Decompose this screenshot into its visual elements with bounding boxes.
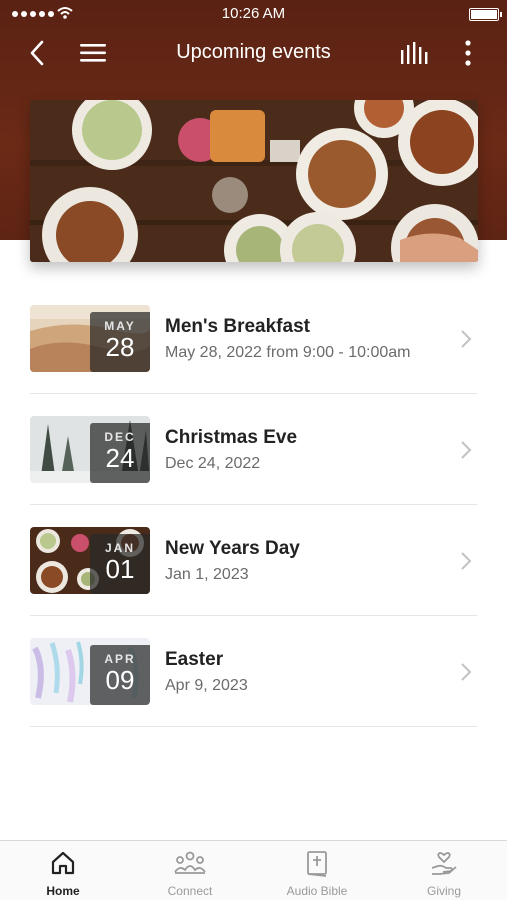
home-icon — [51, 851, 75, 875]
event-title: Men's Breakfast — [165, 316, 310, 337]
date-day: 01 — [105, 554, 135, 584]
event-thumbnail: MAY 28 — [30, 305, 150, 372]
event-title: New Years Day — [165, 538, 300, 559]
event-title: Christmas Eve — [165, 427, 298, 448]
event-date-text: Apr 9, 2023 — [165, 677, 248, 694]
tab-bar: Home Connect Audio Bible Giving — [0, 840, 507, 900]
tab-audio-bible[interactable]: Audio Bible — [254, 841, 380, 901]
audio-bars-icon[interactable] — [398, 40, 430, 66]
people-icon — [174, 851, 206, 874]
date-month: JAN — [104, 541, 135, 555]
battery-icon — [469, 8, 502, 21]
events-list: MAY 28 Men's Breakfast May 28, 2022 from… — [30, 283, 477, 727]
more-vertical-icon[interactable] — [458, 38, 478, 68]
date-day: 28 — [105, 332, 135, 362]
chevron-right-icon — [461, 663, 472, 681]
status-time: 10:26 AM — [221, 5, 286, 22]
hero-food-illustration — [30, 100, 478, 262]
tab-giving[interactable]: Giving — [381, 841, 507, 901]
date-day: 09 — [105, 665, 135, 695]
event-thumbnail: JAN 01 — [30, 527, 150, 594]
event-title: Easter — [165, 649, 224, 670]
giving-hand-icon — [431, 852, 457, 875]
date-month: MAY — [104, 319, 136, 333]
date-badge: APR 09 — [90, 645, 150, 705]
event-date-text: Dec 24, 2022 — [165, 455, 261, 472]
date-badge: MAY 28 — [90, 312, 150, 372]
date-badge: JAN 01 — [90, 534, 150, 594]
event-date-text: Jan 1, 2023 — [165, 566, 249, 583]
chevron-right-icon — [461, 330, 472, 348]
event-row[interactable]: APR 09 Easter Apr 9, 2023 — [30, 616, 477, 727]
event-thumbnail: APR 09 — [30, 638, 150, 705]
tab-label: Audio Bible — [286, 884, 348, 898]
tab-connect[interactable]: Connect — [127, 841, 253, 901]
tab-home[interactable]: Home — [0, 841, 126, 901]
chevron-right-icon — [461, 552, 472, 570]
tab-label: Home — [46, 884, 80, 898]
nav-bar: Upcoming events — [0, 30, 507, 76]
tab-label: Connect — [167, 884, 213, 898]
event-date-text: May 28, 2022 from 9:00 - 10:00am — [165, 344, 411, 361]
date-day: 24 — [105, 443, 135, 473]
event-row[interactable]: DEC 24 Christmas Eve Dec 24, 2022 — [30, 394, 477, 505]
page-title: Upcoming events — [176, 41, 331, 63]
event-row[interactable]: MAY 28 Men's Breakfast May 28, 2022 from… — [30, 283, 477, 394]
chevron-right-icon — [461, 441, 472, 459]
event-row[interactable]: JAN 01 New Years Day Jan 1, 2023 — [30, 505, 477, 616]
status-bar: 10:26 AM — [0, 0, 507, 28]
bible-icon — [307, 851, 327, 877]
hero-image — [30, 100, 478, 262]
event-thumbnail: DEC 24 — [30, 416, 150, 483]
date-badge: DEC 24 — [90, 423, 150, 483]
date-month: APR — [104, 652, 136, 666]
tab-label: Giving — [426, 884, 461, 898]
date-month: DEC — [104, 430, 136, 444]
